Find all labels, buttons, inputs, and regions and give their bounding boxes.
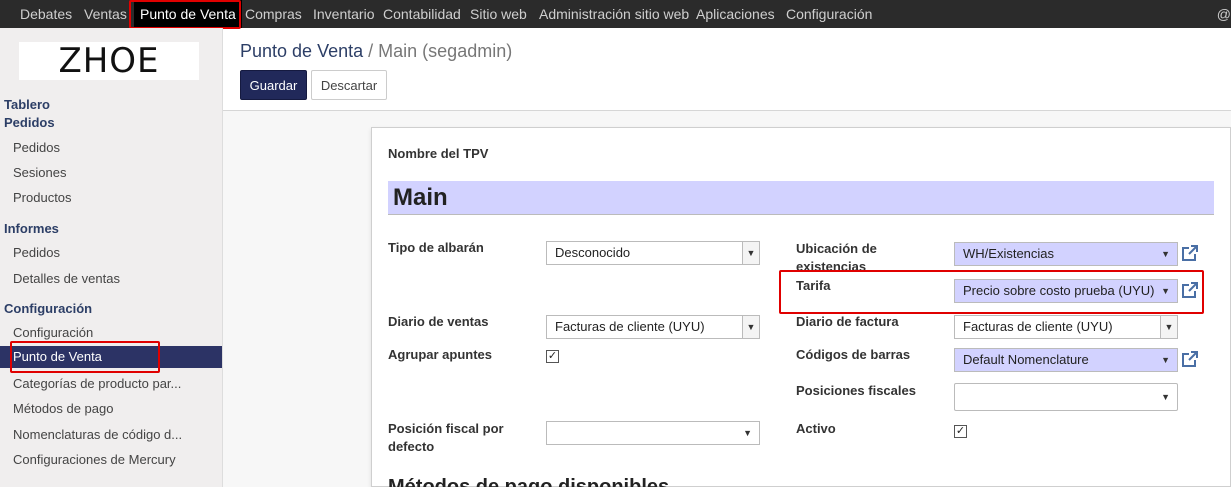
- external-link-icon[interactable]: [1180, 280, 1200, 300]
- section-title: Métodos de pago disponibles: [388, 476, 670, 487]
- tipo-albaran-label: Tipo de albarán: [388, 240, 484, 255]
- chevron-down-icon: ▼: [742, 316, 759, 338]
- nav-compras[interactable]: Compras: [245, 0, 302, 28]
- sidebar-item-detalles-ventas[interactable]: Detalles de ventas: [13, 271, 120, 286]
- save-button[interactable]: Guardar: [240, 70, 307, 100]
- nav-configuracion[interactable]: Configuración: [786, 0, 872, 28]
- external-link-icon[interactable]: [1180, 349, 1200, 369]
- sidebar-head-pedidos: Pedidos: [4, 115, 55, 130]
- tarifa-label: Tarifa: [796, 278, 831, 293]
- external-link-icon[interactable]: [1180, 243, 1200, 263]
- nav-administracion-sitio-web[interactable]: Administración sitio web: [539, 0, 689, 28]
- sidebar: ZHOE Tablero Pedidos Pedidos Sesiones Pr…: [0, 28, 223, 487]
- posiciones-select[interactable]: ▼: [954, 383, 1178, 411]
- caret-down-icon: ▼: [1161, 286, 1170, 296]
- sidebar-tablero[interactable]: Tablero: [4, 97, 50, 112]
- activo-checkbox[interactable]: ✓: [954, 425, 967, 438]
- activo-label: Activo: [796, 421, 836, 436]
- agrupar-checkbox[interactable]: ✓: [546, 350, 559, 363]
- breadcrumb-current: Main (segadmin): [378, 41, 513, 61]
- sidebar-item-informes-pedidos[interactable]: Pedidos: [13, 245, 60, 260]
- ubicacion-value: WH/Existencias: [963, 246, 1055, 261]
- diario-factura-select[interactable]: Facturas de cliente (UYU) ▼: [954, 315, 1178, 339]
- sidebar-item-punto-de-venta[interactable]: Punto de Venta: [0, 346, 222, 368]
- breadcrumb-parent[interactable]: Punto de Venta: [240, 41, 363, 61]
- ubicacion-label: Ubicación de existencias: [796, 241, 877, 274]
- chevron-down-icon: ▼: [742, 242, 759, 264]
- sidebar-item-productos[interactable]: Productos: [13, 190, 72, 205]
- diario-factura-value: Facturas de cliente (UYU): [963, 319, 1113, 334]
- top-navbar: Debates Ventas Punto de Venta Compras In…: [0, 0, 1231, 28]
- posicion-fiscal-label: Posición fiscal por defecto: [388, 421, 504, 454]
- sidebar-head-informes: Informes: [4, 221, 59, 236]
- pos-name-field[interactable]: Main: [388, 181, 1214, 215]
- sidebar-item-label: Punto de Venta: [13, 349, 102, 364]
- sidebar-item-mercury[interactable]: Configuraciones de Mercury: [13, 452, 176, 467]
- caret-down-icon: ▼: [1161, 355, 1170, 365]
- agrupar-label: Agrupar apuntes: [388, 347, 493, 362]
- codigos-value: Default Nomenclature: [963, 352, 1089, 367]
- tarifa-select[interactable]: Precio sobre costo prueba (UYU) ▼: [954, 279, 1178, 303]
- caret-down-icon: ▼: [1161, 392, 1170, 402]
- sidebar-item-sesiones[interactable]: Sesiones: [13, 165, 66, 180]
- sidebar-item-configuracion[interactable]: Configuración: [13, 325, 93, 340]
- codigos-select[interactable]: Default Nomenclature ▼: [954, 348, 1178, 372]
- caret-down-icon: ▼: [1161, 249, 1170, 259]
- ubicacion-select[interactable]: WH/Existencias ▼: [954, 242, 1178, 266]
- nav-punto-de-venta[interactable]: Punto de Venta: [134, 0, 242, 28]
- chevron-down-icon: ▼: [1160, 316, 1177, 338]
- name-label: Nombre del TPV: [388, 146, 489, 161]
- nav-sitio-web[interactable]: Sitio web: [470, 0, 527, 28]
- sidebar-item-metodos-pago[interactable]: Métodos de pago: [13, 401, 113, 416]
- sidebar-item-categorias[interactable]: Categorías de producto par...: [13, 376, 181, 391]
- diario-ventas-label: Diario de ventas: [388, 314, 489, 329]
- nav-overflow[interactable]: @: [1217, 0, 1231, 28]
- sidebar-item-nomenclaturas[interactable]: Nomenclaturas de código d...: [13, 427, 182, 442]
- breadcrumb: Punto de Venta / Main (segadmin): [240, 41, 512, 62]
- breadcrumb-separator: /: [368, 41, 374, 61]
- caret-down-icon: ▼: [743, 428, 752, 438]
- nav-ventas[interactable]: Ventas: [84, 0, 127, 28]
- tipo-albaran-select[interactable]: Desconocido ▼: [546, 241, 760, 265]
- codigos-label: Códigos de barras: [796, 347, 911, 362]
- nav-debates[interactable]: Debates: [20, 0, 72, 28]
- posicion-fiscal-select[interactable]: ▼: [546, 421, 760, 445]
- posiciones-label: Posiciones fiscales: [796, 383, 916, 398]
- tipo-albaran-value: Desconocido: [555, 245, 631, 260]
- nav-aplicaciones[interactable]: Aplicaciones: [696, 0, 775, 28]
- nav-inventario[interactable]: Inventario: [313, 0, 374, 28]
- nav-contabilidad[interactable]: Contabilidad: [383, 0, 461, 28]
- company-logo: ZHOE: [19, 42, 199, 80]
- discard-button[interactable]: Descartar: [311, 70, 387, 100]
- diario-ventas-select[interactable]: Facturas de cliente (UYU) ▼: [546, 315, 760, 339]
- tarifa-value: Precio sobre costo prueba (UYU): [963, 283, 1155, 298]
- sidebar-item-pedidos[interactable]: Pedidos: [13, 140, 60, 155]
- sidebar-head-configuracion: Configuración: [4, 301, 93, 316]
- diario-ventas-value: Facturas de cliente (UYU): [555, 319, 705, 334]
- diario-factura-label: Diario de factura: [796, 314, 899, 329]
